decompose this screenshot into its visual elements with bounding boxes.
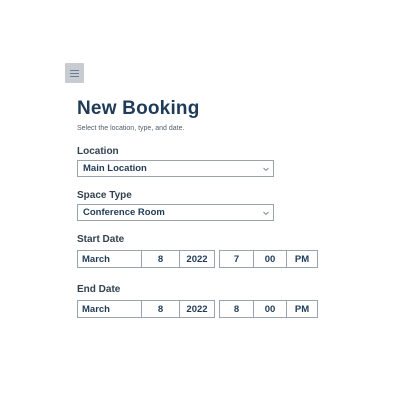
- location-value: Main Location: [83, 163, 147, 174]
- start-date-group: March 8 2022: [77, 250, 215, 268]
- end-date-group: March 8 2022: [77, 300, 215, 318]
- end-minute-field[interactable]: 00: [253, 301, 286, 317]
- end-period-field[interactable]: PM: [286, 301, 317, 317]
- menu-button[interactable]: [65, 63, 84, 83]
- start-date-label: Start Date: [77, 234, 125, 245]
- end-day-field[interactable]: 8: [141, 301, 179, 317]
- end-year-field[interactable]: 2022: [179, 301, 214, 317]
- start-day-field[interactable]: 8: [141, 251, 179, 267]
- page-subtitle: Select the location, type, and date.: [77, 125, 185, 132]
- start-time-group: 7 00 PM: [219, 250, 318, 268]
- end-hour-field[interactable]: 8: [220, 301, 253, 317]
- start-period-field[interactable]: PM: [286, 251, 317, 267]
- start-month-field[interactable]: March: [78, 251, 141, 267]
- end-date-label: End Date: [77, 284, 121, 295]
- chevron-down-icon: [263, 167, 269, 172]
- start-hour-field[interactable]: 7: [220, 251, 253, 267]
- start-year-field[interactable]: 2022: [179, 251, 214, 267]
- location-select[interactable]: Main Location: [77, 160, 274, 177]
- page-title: New Booking: [77, 98, 200, 119]
- chevron-down-icon: [263, 211, 269, 216]
- end-time-group: 8 00 PM: [219, 300, 318, 318]
- hamburger-menu-icon: [70, 69, 79, 77]
- location-label: Location: [77, 146, 119, 157]
- space-type-select[interactable]: Conference Room: [77, 204, 274, 221]
- space-type-value: Conference Room: [83, 207, 165, 218]
- space-type-label: Space Type: [77, 190, 132, 201]
- end-month-field[interactable]: March: [78, 301, 141, 317]
- start-minute-field[interactable]: 00: [253, 251, 286, 267]
